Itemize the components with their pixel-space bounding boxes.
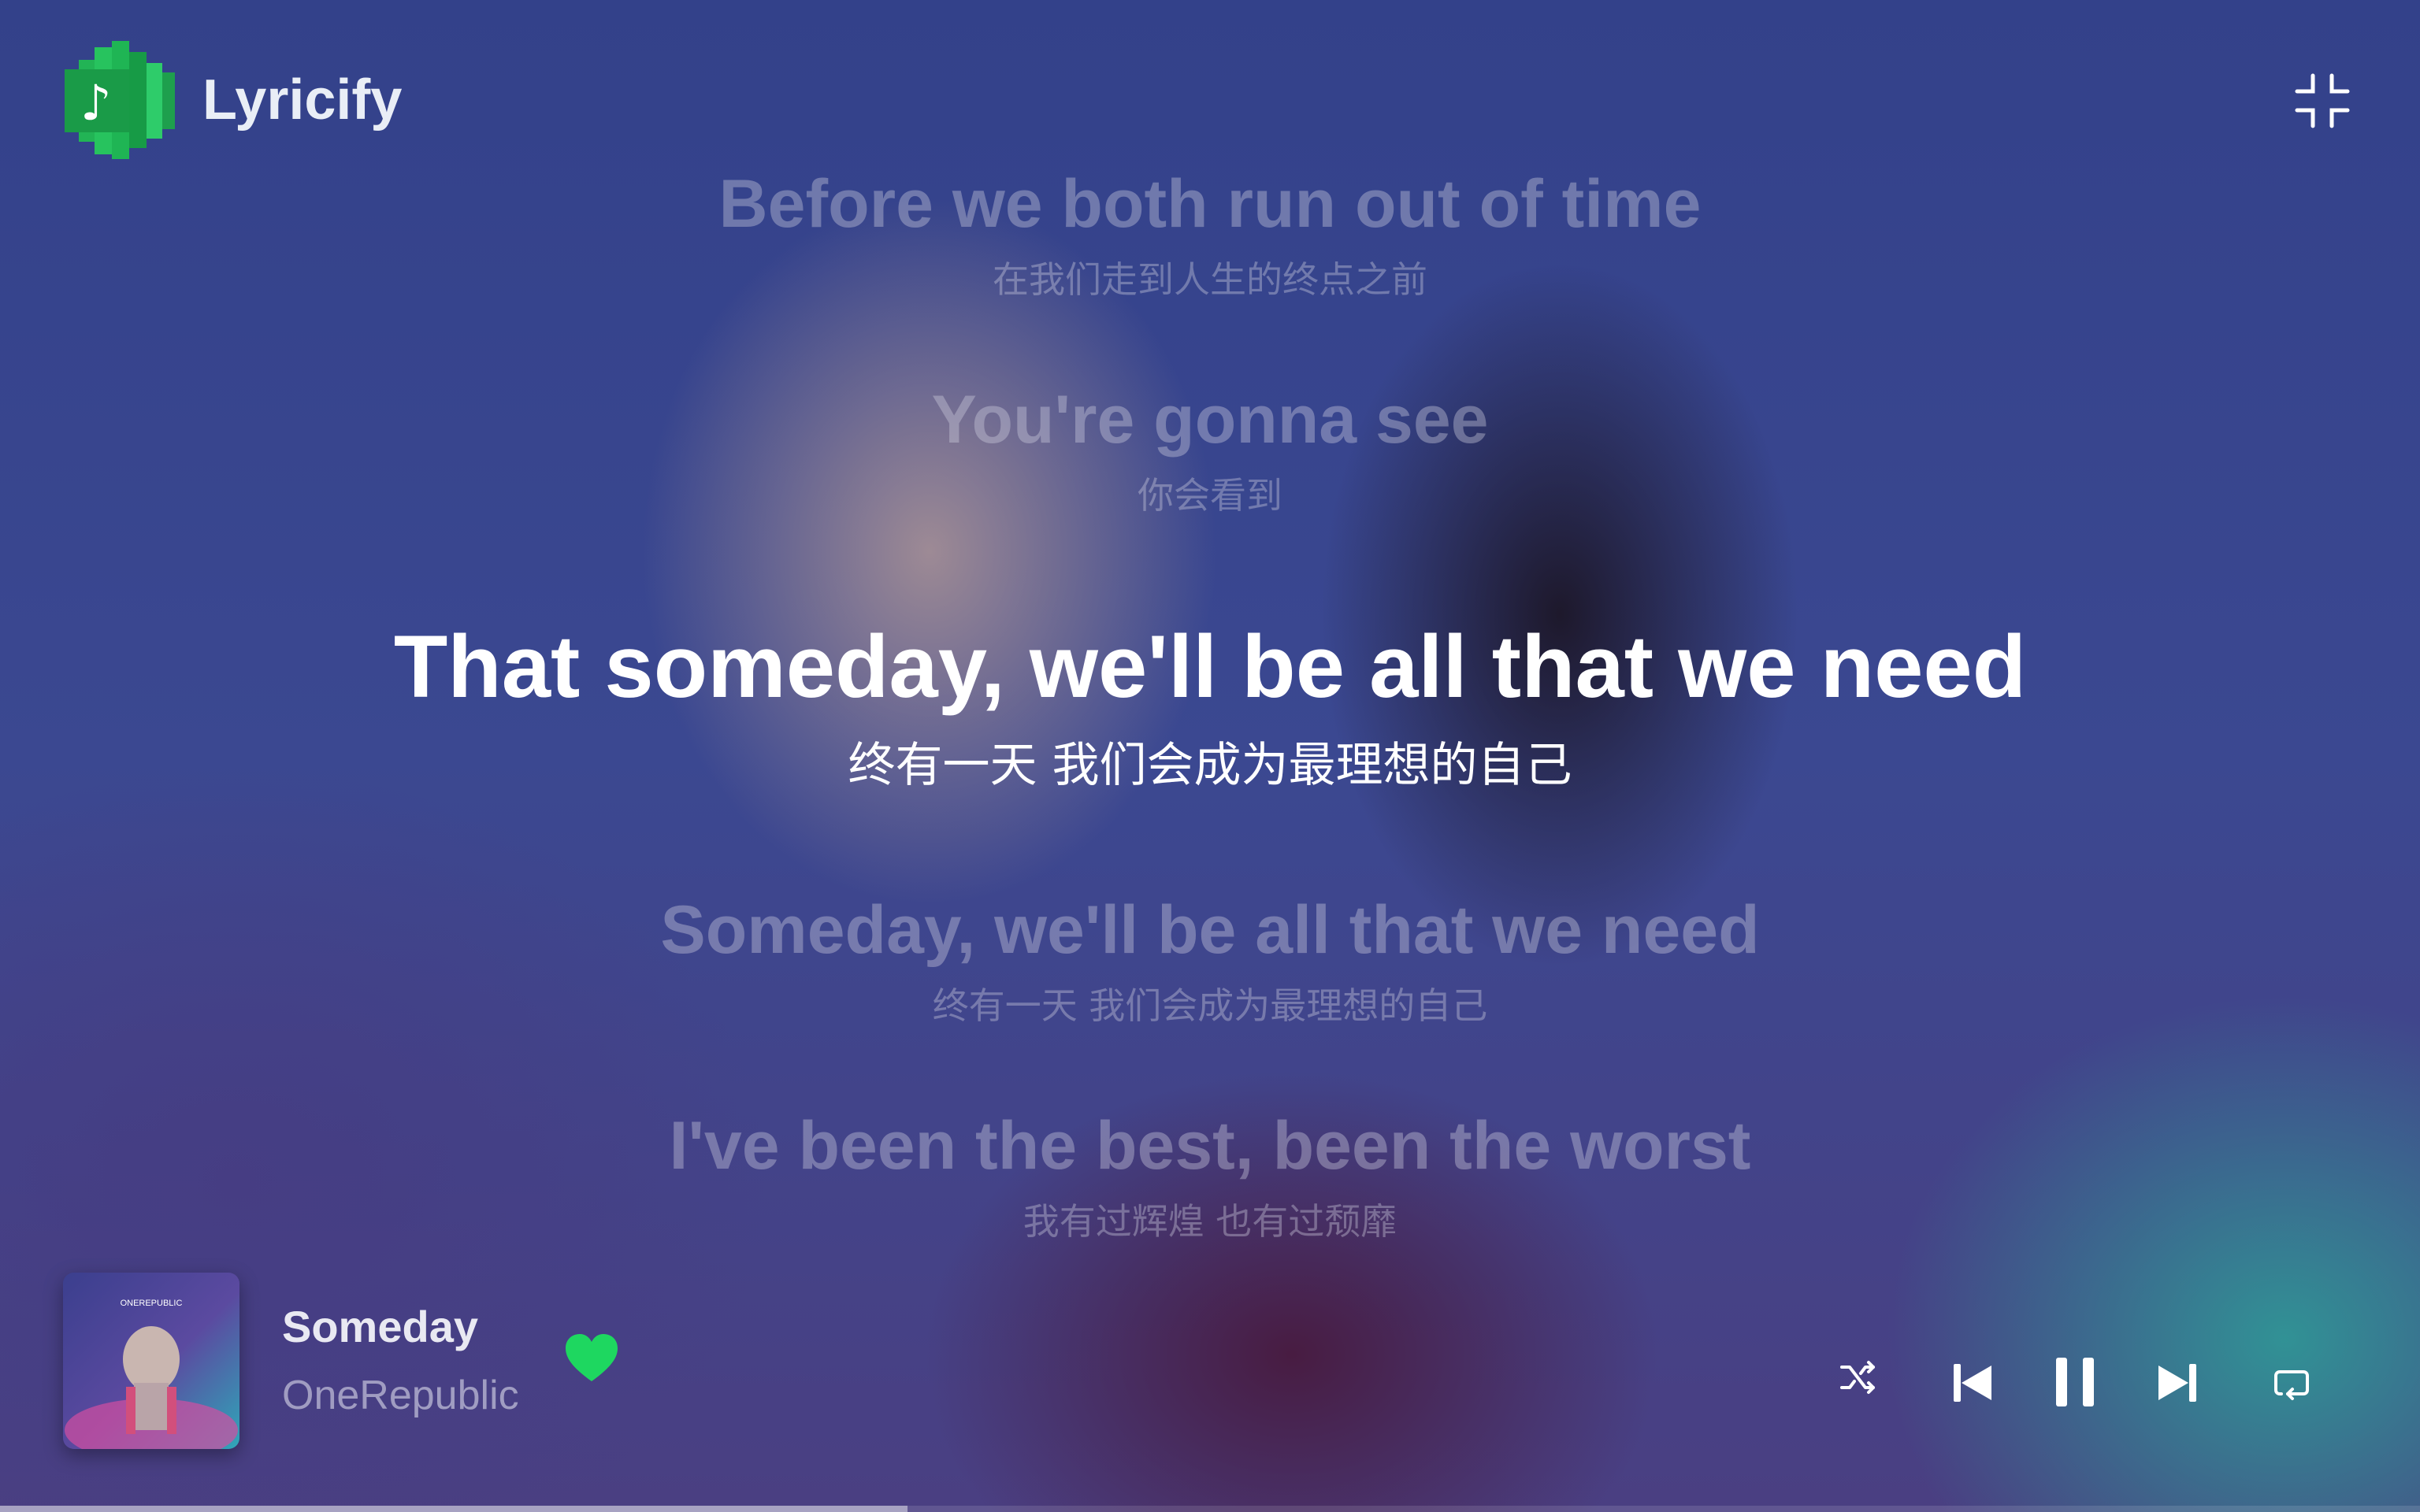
- app-logo: ♪ Lyricify: [65, 41, 402, 159]
- song-title[interactable]: Someday: [282, 1301, 478, 1352]
- skip-previous-icon[interactable]: [1952, 1362, 1993, 1406]
- like-heart-icon[interactable]: [564, 1332, 619, 1384]
- lyricify-logo-icon: ♪: [65, 41, 187, 159]
- lyric-translation: 在我们走到人生的终点之前: [993, 258, 1427, 301]
- album-cover[interactable]: ONEREPUBLIC: [63, 1273, 239, 1449]
- lyric-text: That someday, we'll be all that we need: [393, 617, 2027, 716]
- lyric-text: Someday, we'll be all that we need: [660, 892, 1760, 968]
- pause-icon[interactable]: [2054, 1356, 2095, 1411]
- svg-text:♪: ♪: [80, 74, 112, 132]
- lyric-translation: 我有过辉煌 也有过颓靡: [1023, 1200, 1397, 1243]
- cover-text: ONEREPUBLIC: [121, 1299, 183, 1308]
- shuffle-icon[interactable]: [1839, 1358, 1878, 1400]
- lyric-line[interactable]: Someday, we'll be all that we need 终有一天 …: [0, 891, 2420, 1029]
- progress-bar[interactable]: [0, 1506, 2420, 1512]
- progress-fill: [0, 1506, 908, 1512]
- exit-fullscreen-icon[interactable]: [2294, 72, 2351, 129]
- lyric-line-active[interactable]: That someday, we'll be all that we need …: [0, 616, 2420, 795]
- song-artist[interactable]: OneRepublic: [282, 1372, 519, 1419]
- lyric-translation: 终有一天 我们会成为最理想的自己: [848, 738, 1572, 793]
- lyric-translation: 你会看到: [1138, 474, 1282, 517]
- lyric-text: I've been the best, been the worst: [669, 1108, 1751, 1184]
- lyric-line[interactable]: Before we both run out of time 在我们走到人生的终…: [0, 165, 2420, 303]
- lyric-line[interactable]: I've been the best, been the worst 我有过辉煌…: [0, 1107, 2420, 1245]
- lyric-text: You're gonna see: [931, 382, 1489, 458]
- repeat-icon[interactable]: [2273, 1367, 2310, 1406]
- lyric-line[interactable]: You're gonna see 你会看到: [0, 381, 2420, 519]
- skip-next-icon[interactable]: [2157, 1362, 2198, 1406]
- app-name: Lyricify: [202, 69, 403, 132]
- lyric-translation: 终有一天 我们会成为最理想的自己: [932, 984, 1488, 1027]
- lyric-text: Before we both run out of time: [718, 166, 1702, 242]
